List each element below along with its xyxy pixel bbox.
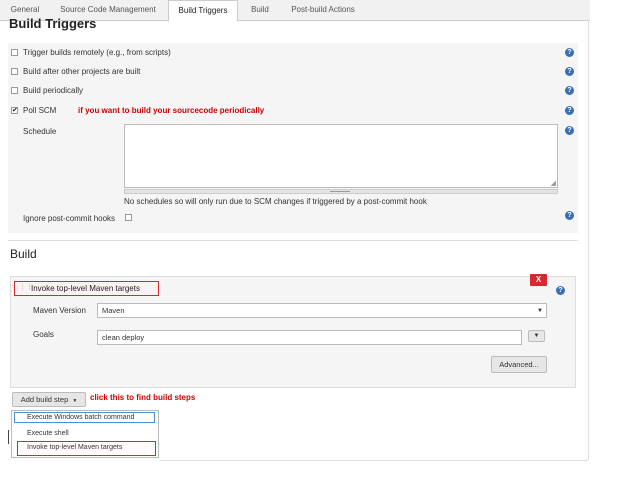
resize-handle-icon[interactable]: ◢ [551,179,556,187]
build-periodically-label: Build periodically [23,86,84,95]
build-after-other-label: Build after other projects are built [23,67,141,76]
chevron-down-icon: ▼ [537,308,543,314]
build-heading: Build [10,247,37,261]
help-icon[interactable]: ? [556,286,565,295]
build-step-title: Invoke top-level Maven targets [31,284,140,293]
grip-icon [330,191,350,192]
bottom-border [160,460,588,461]
tab-post-build-actions[interactable]: Post-build Actions [284,0,362,20]
menu-item-windows-batch[interactable]: Execute Windows batch command [14,412,155,423]
trigger-remote-checkbox[interactable] [11,49,18,56]
poll-scm-annotation: if you want to build your sourcecode per… [78,106,265,115]
right-border [588,20,589,460]
goals-label: Goals [33,330,54,339]
section-divider [8,240,578,241]
tab-build-triggers[interactable]: Build Triggers [168,0,238,22]
add-step-annotation: click this to find build steps [90,393,196,402]
goals-expand-button[interactable]: ▼ [528,330,545,342]
help-icon[interactable]: ? [565,106,574,115]
add-build-step-button[interactable]: Add build step ▼ [12,392,86,407]
poll-scm-label: Poll SCM [23,106,57,115]
schedule-resize-bar[interactable] [124,189,558,194]
build-periodically-checkbox[interactable] [11,87,18,94]
goals-input[interactable]: clean deploy [97,330,522,345]
tab-build[interactable]: Build [240,0,280,20]
maven-version-value: Maven [102,306,125,315]
delete-step-button[interactable]: X [530,274,547,286]
help-icon[interactable]: ? [565,86,574,95]
help-icon[interactable]: ? [565,48,574,57]
schedule-textarea[interactable]: ◢ [124,124,558,188]
menu-item-execute-shell[interactable]: Execute shell [27,430,69,437]
help-icon[interactable]: ? [565,126,574,135]
schedule-label: Schedule [23,127,57,136]
build-triggers-heading: Build Triggers [9,16,97,31]
section-divider [8,430,9,444]
caret-down-icon: ▼ [72,398,78,404]
add-build-step-label: Add build step [20,395,69,404]
maven-version-select[interactable]: Maven ▼ [97,303,547,318]
ignore-post-commit-label: Ignore post-commit hooks [23,214,116,223]
poll-scm-checkbox[interactable] [11,107,18,114]
help-icon[interactable]: ? [565,211,574,220]
build-step-header: ⋮⋮ Invoke top-level Maven targets [14,281,159,296]
schedule-hint: No schedules so will only run due to SCM… [124,197,427,206]
goals-value: clean deploy [102,333,145,342]
trigger-remote-label: Trigger builds remotely (e.g., from scri… [23,48,171,57]
menu-item-maven-targets[interactable]: Invoke top-level Maven targets [17,441,156,456]
maven-version-label: Maven Version [33,306,86,315]
help-icon[interactable]: ? [565,67,574,76]
advanced-button[interactable]: Advanced... [491,356,547,373]
ignore-post-commit-checkbox[interactable] [125,214,132,221]
build-after-other-checkbox[interactable] [11,68,18,75]
